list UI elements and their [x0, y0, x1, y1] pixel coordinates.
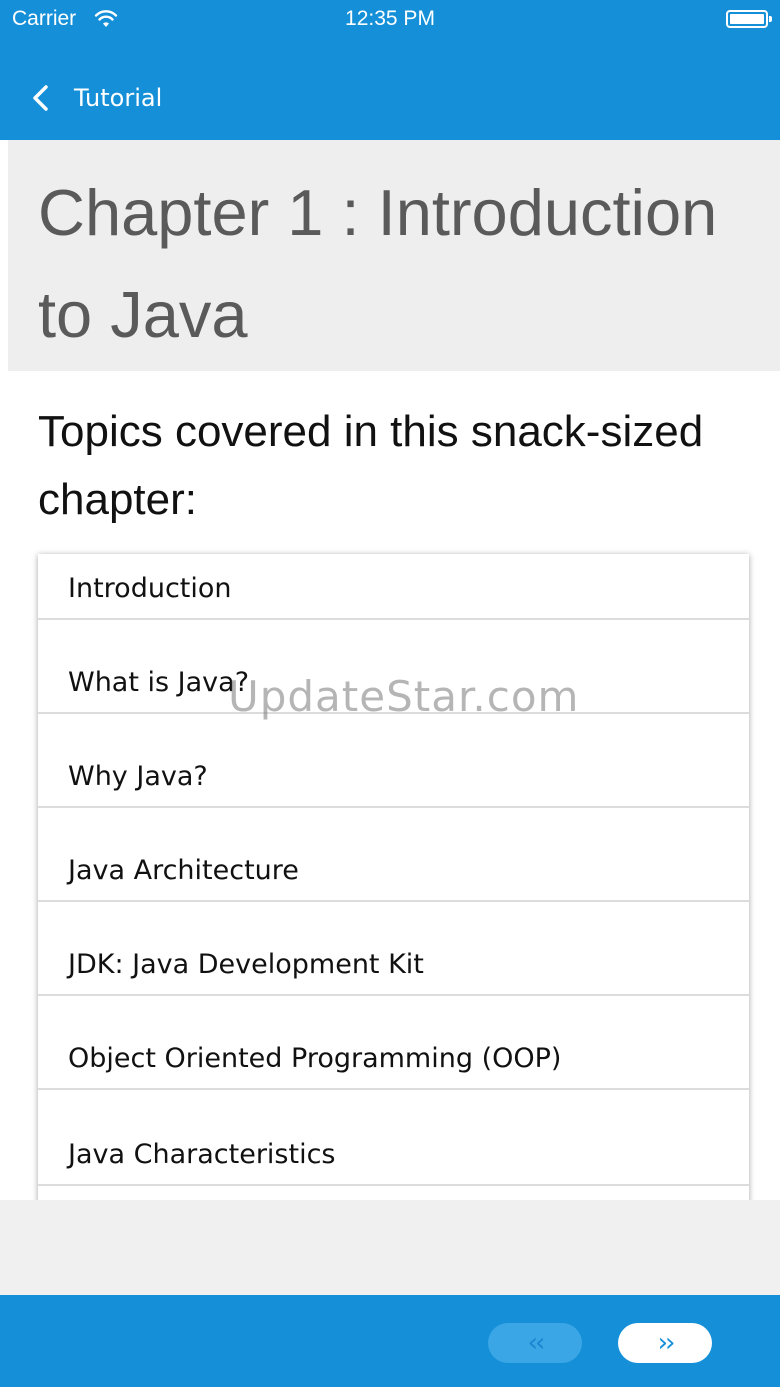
status-bar: Carrier 12:35 PM: [0, 0, 780, 40]
list-item[interactable]: Java Characteristics: [38, 1090, 749, 1186]
battery-icon: [726, 10, 772, 28]
footer-toolbar: ‹‹ ››: [0, 1295, 780, 1387]
topic-label: Java Characteristics: [68, 1139, 336, 1170]
topics-list: Introduction What is Java? Why Java? Jav…: [38, 554, 749, 1200]
topic-label: What is Java?: [68, 667, 250, 698]
list-item[interactable]: Why Java?: [38, 714, 749, 808]
chapter-header: Chapter 1 : Introduction to Java: [8, 140, 780, 371]
double-chevron-right-icon: ››: [657, 1328, 676, 1358]
chapter-title: Chapter 1 : Introduction to Java: [38, 176, 718, 351]
previous-button[interactable]: ‹‹: [488, 1323, 582, 1363]
clock: 12:35 PM: [345, 7, 435, 30]
list-item[interactable]: Java Architecture: [38, 808, 749, 902]
next-button[interactable]: ››: [618, 1323, 712, 1363]
topics-heading: Topics covered in this snack-sized chapt…: [38, 407, 704, 524]
list-item[interactable]: What is Java?: [38, 620, 749, 714]
double-chevron-left-icon: ‹‹: [527, 1328, 546, 1358]
chevron-left-icon: [33, 85, 48, 111]
topic-label: JDK: Java Development Kit: [68, 949, 424, 980]
list-item[interactable]: Object Oriented Programming (OOP): [38, 996, 749, 1090]
topic-label: Java Architecture: [68, 855, 299, 886]
back-button[interactable]: Tutorial: [28, 78, 162, 118]
topic-label: Why Java?: [68, 761, 208, 792]
topic-label: Object Oriented Programming (OOP): [68, 1043, 562, 1074]
chapter-content[interactable]: Chapter 1 : Introduction to Java Topics …: [0, 140, 780, 1200]
topic-label: Introduction: [68, 573, 232, 604]
back-button-label: Tutorial: [74, 84, 163, 112]
list-item[interactable]: JDK: Java Development Kit: [38, 902, 749, 996]
navigation-bar: Tutorial: [0, 40, 780, 140]
list-item[interactable]: Introduction: [38, 554, 749, 620]
